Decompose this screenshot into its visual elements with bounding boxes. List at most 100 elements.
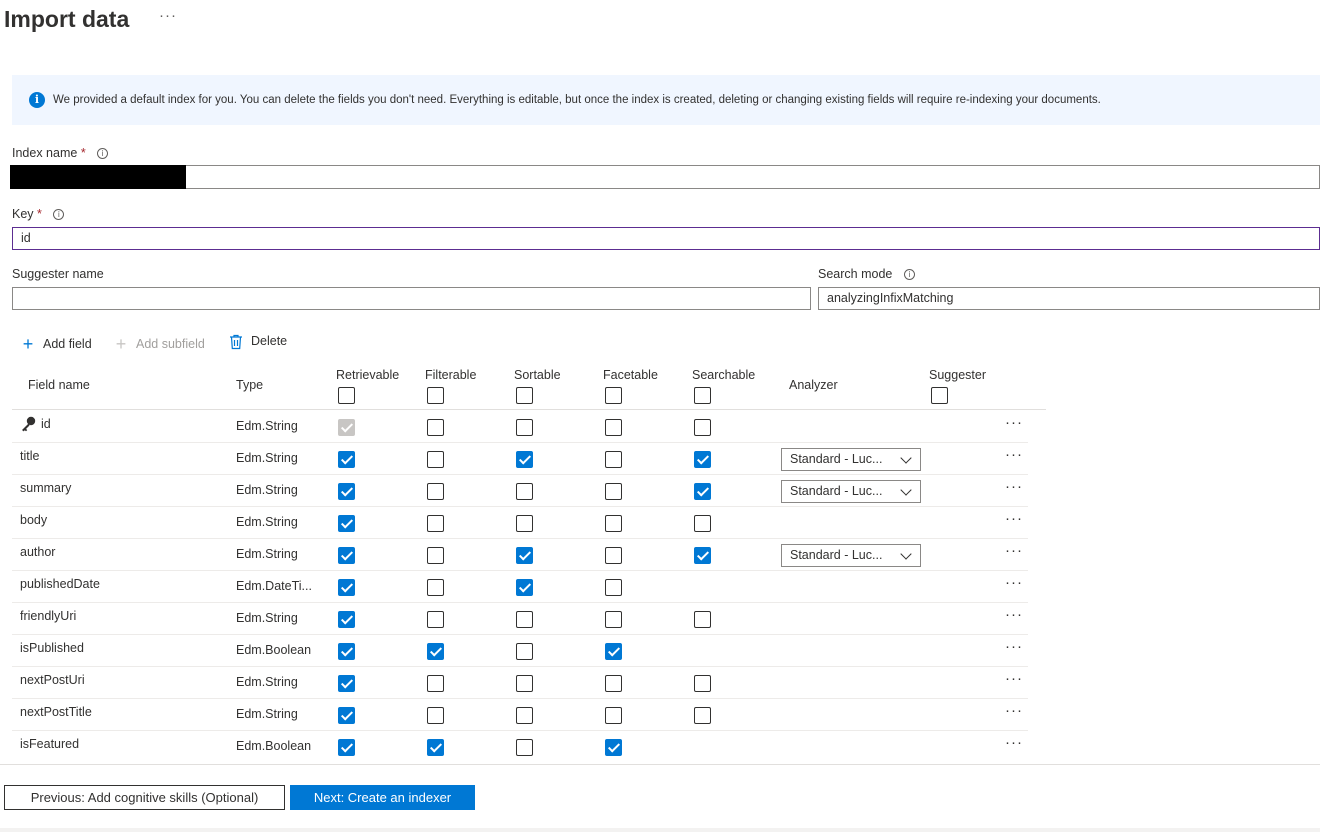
sortable-checkbox[interactable]: [516, 643, 533, 660]
sortable-checkbox[interactable]: [516, 451, 533, 468]
select-all-sortable-checkbox[interactable]: [516, 387, 533, 404]
select-all-facetable-checkbox[interactable]: [605, 387, 622, 404]
retrievable-checkbox[interactable]: [338, 739, 355, 756]
searchable-checkbox[interactable]: [694, 451, 711, 468]
searchable-checkbox[interactable]: [694, 483, 711, 500]
analyzer-dropdown[interactable]: Standard - Luc...: [781, 448, 921, 471]
suggester-name-input[interactable]: [12, 287, 811, 310]
sortable-checkbox[interactable]: [516, 579, 533, 596]
column-header-analyzer[interactable]: Analyzer: [789, 378, 838, 392]
key-select[interactable]: id: [12, 227, 1320, 250]
column-header-type[interactable]: Type: [236, 378, 263, 392]
more-icon[interactable]: ···: [1005, 702, 1023, 719]
more-icon[interactable]: ···: [1005, 606, 1023, 623]
add-subfield-button[interactable]: + Add subfield: [113, 334, 205, 355]
searchable-checkbox[interactable]: [694, 419, 711, 436]
column-header-sortable[interactable]: Sortable: [514, 368, 561, 382]
select-all-filterable-checkbox[interactable]: [427, 387, 444, 404]
more-icon[interactable]: ···: [1005, 478, 1023, 495]
column-header-searchable[interactable]: Searchable: [692, 368, 755, 382]
retrievable-checkbox[interactable]: [338, 451, 355, 468]
facetable-checkbox[interactable]: [605, 451, 622, 468]
retrievable-checkbox[interactable]: [338, 579, 355, 596]
retrievable-checkbox[interactable]: [338, 547, 355, 564]
filterable-checkbox[interactable]: [427, 579, 444, 596]
filterable-checkbox[interactable]: [427, 611, 444, 628]
select-all-retrievable-checkbox[interactable]: [338, 387, 355, 404]
delete-button[interactable]: Delete: [228, 334, 287, 350]
search-mode-input[interactable]: analyzingInfixMatching: [818, 287, 1320, 310]
more-icon[interactable]: ···: [1005, 734, 1023, 751]
retrievable-checkbox[interactable]: [338, 707, 355, 724]
field-type-cell: Edm.String: [236, 707, 298, 721]
filterable-checkbox[interactable]: [427, 483, 444, 500]
next-button[interactable]: Next: Create an indexer: [290, 785, 475, 810]
info-tooltip-icon[interactable]: i: [903, 269, 915, 281]
facetable-checkbox[interactable]: [605, 515, 622, 532]
filterable-checkbox[interactable]: [427, 707, 444, 724]
analyzer-dropdown[interactable]: Standard - Luc...: [781, 544, 921, 567]
facetable-checkbox[interactable]: [605, 547, 622, 564]
searchable-checkbox[interactable]: [694, 707, 711, 724]
more-icon[interactable]: ···: [1005, 542, 1023, 559]
more-icon[interactable]: ···: [1005, 510, 1023, 527]
searchable-checkbox[interactable]: [694, 611, 711, 628]
filterable-checkbox[interactable]: [427, 739, 444, 756]
facetable-checkbox[interactable]: [605, 675, 622, 692]
searchable-checkbox[interactable]: [694, 675, 711, 692]
more-icon[interactable]: ···: [1005, 670, 1023, 687]
redacted-index-name: [10, 165, 186, 189]
sortable-checkbox[interactable]: [516, 675, 533, 692]
filterable-checkbox[interactable]: [427, 451, 444, 468]
previous-button[interactable]: Previous: Add cognitive skills (Optional…: [4, 785, 285, 810]
facetable-checkbox[interactable]: [605, 739, 622, 756]
sortable-checkbox[interactable]: [516, 547, 533, 564]
filterable-checkbox[interactable]: [427, 675, 444, 692]
column-header-suggester[interactable]: Suggester: [929, 368, 986, 382]
filterable-checkbox[interactable]: [427, 515, 444, 532]
facetable-checkbox[interactable]: [605, 419, 622, 436]
add-field-button[interactable]: + Add field: [20, 334, 92, 355]
analyzer-dropdown[interactable]: Standard - Luc...: [781, 480, 921, 503]
facetable-checkbox[interactable]: [605, 483, 622, 500]
filterable-checkbox[interactable]: [427, 643, 444, 660]
facetable-checkbox[interactable]: [605, 643, 622, 660]
column-header-field-name[interactable]: Field name: [28, 378, 90, 392]
retrievable-checkbox[interactable]: [338, 643, 355, 660]
more-icon[interactable]: ···: [1005, 638, 1023, 655]
column-header-retrievable[interactable]: Retrievable: [336, 368, 399, 382]
facetable-checkbox[interactable]: [605, 611, 622, 628]
facetable-checkbox[interactable]: [605, 707, 622, 724]
filterable-checkbox[interactable]: [427, 419, 444, 436]
column-header-filterable[interactable]: Filterable: [425, 368, 476, 382]
sortable-checkbox[interactable]: [516, 739, 533, 756]
sortable-checkbox[interactable]: [516, 483, 533, 500]
index-name-input[interactable]: [186, 165, 1320, 189]
column-header-facetable[interactable]: Facetable: [603, 368, 658, 382]
retrievable-checkbox[interactable]: [338, 675, 355, 692]
key-label-group: Key * i: [12, 207, 65, 221]
retrievable-checkbox[interactable]: [338, 483, 355, 500]
searchable-checkbox[interactable]: [694, 515, 711, 532]
sortable-checkbox[interactable]: [516, 419, 533, 436]
add-field-label: Add field: [43, 337, 92, 351]
required-marker: *: [80, 146, 86, 160]
searchable-checkbox[interactable]: [694, 547, 711, 564]
sortable-checkbox[interactable]: [516, 611, 533, 628]
select-all-suggester-checkbox[interactable]: [931, 387, 948, 404]
info-tooltip-icon[interactable]: i: [97, 148, 109, 160]
analyzer-value: Standard - Luc...: [790, 484, 883, 498]
field-name-cell: author: [20, 545, 56, 559]
retrievable-checkbox[interactable]: [338, 515, 355, 532]
more-icon[interactable]: ···: [1005, 574, 1023, 591]
select-all-searchable-checkbox[interactable]: [694, 387, 711, 404]
filterable-checkbox[interactable]: [427, 547, 444, 564]
more-icon[interactable]: ···: [1005, 446, 1023, 463]
retrievable-checkbox[interactable]: [338, 611, 355, 628]
sortable-checkbox[interactable]: [516, 515, 533, 532]
sortable-checkbox[interactable]: [516, 707, 533, 724]
more-options-icon[interactable]: ···: [159, 7, 177, 24]
more-icon[interactable]: ···: [1005, 414, 1023, 431]
info-tooltip-icon[interactable]: i: [53, 209, 65, 221]
facetable-checkbox[interactable]: [605, 579, 622, 596]
